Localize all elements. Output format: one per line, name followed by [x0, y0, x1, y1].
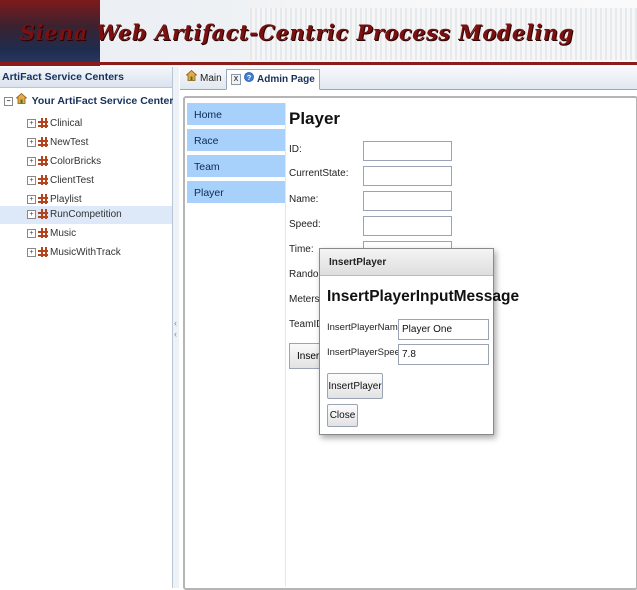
close-button[interactable]: Close	[327, 404, 358, 427]
service-center-icon	[38, 156, 48, 167]
expand-icon[interactable]: +	[27, 209, 36, 219]
left-panel-header: ArtiFact Service Centers	[0, 67, 172, 88]
nav-item-player[interactable]: Player	[187, 181, 285, 205]
player-speed-label: InsertPlayerSpeed:	[327, 347, 408, 358]
tree-item-label: RunCompetition	[50, 209, 122, 220]
insert-player-button[interactable]: InsertPlayer	[327, 373, 383, 399]
speed-field[interactable]	[363, 216, 452, 236]
service-center-icon	[38, 247, 48, 258]
field-label-time: Time:	[289, 244, 314, 255]
home-icon	[185, 69, 198, 88]
tree-root-label: Your ArtiFact Service Centers	[31, 95, 180, 107]
expand-icon[interactable]: +	[27, 156, 36, 166]
field-label-speed: Speed:	[289, 219, 321, 230]
expand-icon[interactable]: +	[27, 175, 36, 185]
expand-icon[interactable]: +	[27, 228, 36, 238]
tree-root[interactable]: − Your ArtiFact Service Centers	[4, 93, 179, 109]
service-center-icon	[38, 194, 48, 205]
tree-item-music[interactable]: + Music	[0, 225, 172, 243]
field-label-name: Name:	[289, 194, 319, 205]
tree-item-runcompetition[interactable]: + RunCompetition	[0, 206, 172, 224]
id-field[interactable]	[363, 141, 452, 161]
tree-item-newtest[interactable]: + NewTest	[0, 134, 172, 152]
expand-icon[interactable]: +	[27, 118, 36, 128]
help-icon: ?	[244, 70, 254, 89]
tree-item-label: ClientTest	[50, 175, 94, 186]
close-icon[interactable]: X	[231, 74, 241, 85]
admin-nav: Home Race Team Player	[187, 103, 286, 586]
player-heading: Player	[289, 109, 341, 128]
tab-admin-page[interactable]: X ? Admin Page	[226, 69, 320, 90]
player-name-label: InsertPlayerName:	[327, 322, 406, 333]
tree-item-label: Music	[50, 228, 77, 239]
service-center-icon	[38, 137, 48, 148]
svg-text:?: ?	[247, 73, 252, 82]
expand-icon[interactable]: +	[27, 247, 36, 257]
home-icon	[15, 93, 28, 109]
currentstate-field[interactable]	[363, 166, 452, 186]
dialog-heading: InsertPlayerInputMessage	[327, 288, 520, 305]
nav-item-team[interactable]: Team	[187, 155, 285, 179]
nav-item-race[interactable]: Race	[187, 129, 285, 153]
app-banner: Siena Web Artifact-Centric Process Model…	[0, 0, 637, 66]
left-panel: ArtiFact Service Centers − Your ArtiFact…	[0, 67, 179, 588]
field-label-currentstate: CurrentState:	[289, 168, 349, 179]
banner-divider	[0, 62, 637, 65]
banner-title: Siena Web Artifact-Centric Process Model…	[20, 20, 574, 45]
insert-player-dialog: InsertPlayer InsertPlayerInputMessage In…	[319, 248, 519, 435]
splitter-grip-icon[interactable]: ‹ ‹	[174, 318, 178, 340]
nav-item-home[interactable]: Home	[187, 103, 285, 127]
service-center-icon	[38, 228, 48, 239]
service-center-icon	[38, 209, 48, 220]
player-speed-input[interactable]	[398, 344, 489, 365]
tree-item-label: Playlist	[50, 194, 82, 205]
tree-item-colorbricks[interactable]: + ColorBricks	[0, 153, 172, 171]
tree-item-label: ColorBricks	[50, 156, 102, 167]
tree-item-label: MusicWithTrack	[50, 247, 121, 258]
player-name-input[interactable]	[398, 319, 489, 340]
expand-icon[interactable]: +	[27, 137, 36, 147]
collapse-icon[interactable]: −	[4, 96, 13, 106]
name-field[interactable]	[363, 191, 452, 211]
service-center-icon	[38, 118, 48, 129]
tree-item-label: NewTest	[50, 137, 89, 148]
dialog-title[interactable]: InsertPlayer	[320, 249, 493, 276]
tree-item-label: Clinical	[50, 118, 83, 129]
tab-label: Admin Page	[257, 74, 315, 86]
tree-item-clinical[interactable]: + Clinical	[0, 115, 172, 133]
tab-label: Main	[200, 73, 222, 85]
tab-main[interactable]: Main	[182, 69, 226, 88]
tree-item-musicwithtrack[interactable]: + MusicWithTrack	[0, 244, 172, 262]
service-center-icon	[38, 175, 48, 186]
expand-icon[interactable]: +	[27, 194, 36, 204]
field-label-id: ID:	[289, 144, 302, 155]
tab-bar: Main X ? Admin Page	[180, 67, 637, 90]
tree-item-clienttest[interactable]: + ClientTest	[0, 172, 172, 190]
